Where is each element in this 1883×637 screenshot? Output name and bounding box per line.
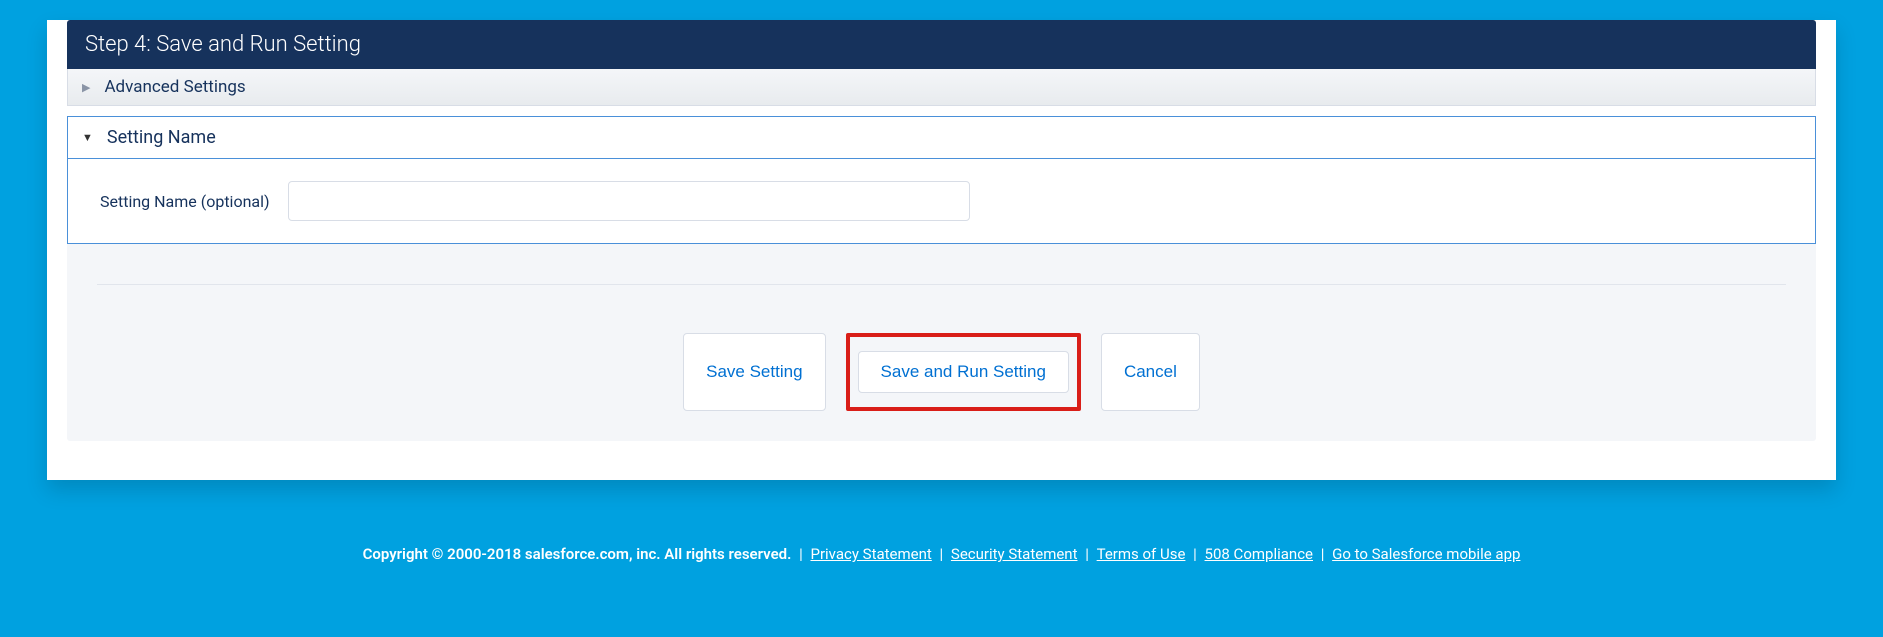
footer-copyright: Copyright © 2000-2018 salesforce.com, in… xyxy=(363,545,792,563)
footer: Copyright © 2000-2018 salesforce.com, in… xyxy=(0,529,1883,617)
footer-link-security[interactable]: Security Statement xyxy=(951,545,1078,563)
footer-link-terms[interactable]: Terms of Use xyxy=(1097,545,1186,563)
wizard-card: Step 4: Save and Run Setting ▶ Advanced … xyxy=(47,20,1836,480)
setting-name-header-label: Setting Name xyxy=(107,127,216,148)
footer-link-privacy[interactable]: Privacy Statement xyxy=(810,545,931,563)
accordion-advanced-settings[interactable]: ▶ Advanced Settings xyxy=(67,69,1816,106)
setting-name-field-label: Setting Name (optional) xyxy=(100,192,270,211)
cancel-button[interactable]: Cancel xyxy=(1101,333,1200,411)
action-area: Save Setting Save and Run Setting Cancel xyxy=(67,244,1816,441)
step-header: Step 4: Save and Run Setting xyxy=(67,20,1816,69)
advanced-settings-label: Advanced Settings xyxy=(104,77,245,97)
chevron-right-icon: ▶ xyxy=(82,81,90,94)
save-setting-button[interactable]: Save Setting xyxy=(683,333,825,411)
footer-link-compliance[interactable]: 508 Compliance xyxy=(1205,545,1313,563)
footer-link-mobile[interactable]: Go to Salesforce mobile app xyxy=(1332,545,1520,563)
setting-name-body: Setting Name (optional) xyxy=(68,159,1815,243)
button-row: Save Setting Save and Run Setting Cancel xyxy=(97,333,1786,411)
accordion-setting-name-header[interactable]: ▼ Setting Name xyxy=(68,117,1815,159)
save-and-run-setting-button[interactable]: Save and Run Setting xyxy=(858,351,1069,393)
chevron-down-icon: ▼ xyxy=(82,131,93,144)
divider xyxy=(97,284,1786,285)
accordion-setting-name: ▼ Setting Name Setting Name (optional) xyxy=(67,116,1816,244)
highlight-box: Save and Run Setting xyxy=(846,333,1081,411)
setting-name-input[interactable] xyxy=(288,181,970,221)
